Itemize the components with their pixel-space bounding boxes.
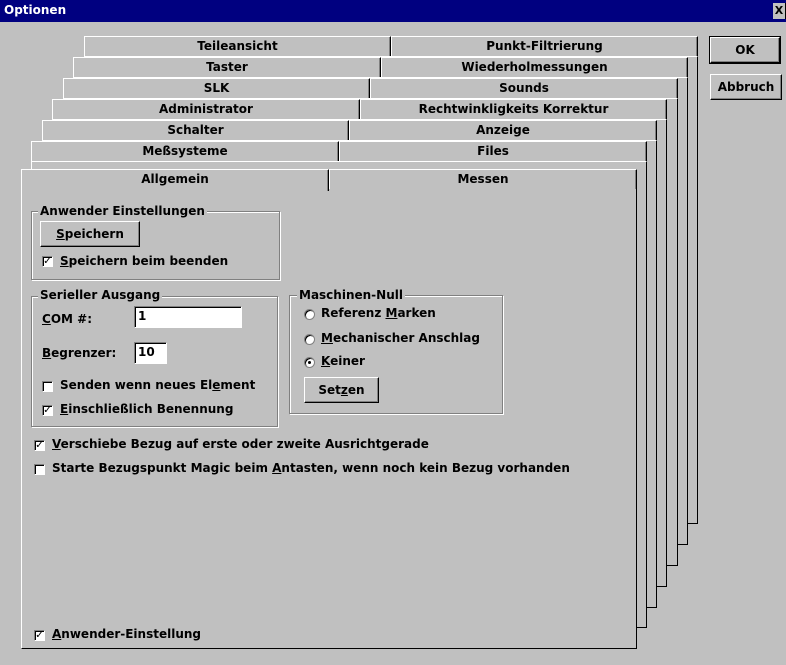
radio-referenz-label: Referenz Marken (321, 306, 436, 320)
limiter-input[interactable]: 10 (134, 342, 167, 364)
tab-teileansicht[interactable]: Teileansicht (84, 36, 391, 56)
tab-messen[interactable]: Messen (329, 169, 637, 189)
com-label: COM #: (42, 312, 92, 326)
speichern-post: peichern (64, 227, 124, 241)
tab-files[interactable]: Files (339, 141, 647, 161)
shift-reference-checkbox[interactable]: ✓ (34, 440, 45, 451)
group-title-maschinen: Maschinen-Null (297, 288, 405, 302)
tab-schalter[interactable]: Schalter (42, 120, 349, 140)
window-title: Optionen (4, 3, 67, 17)
speichern-key: S (56, 227, 65, 241)
limiter-label: Begrenzer: (42, 346, 117, 360)
start-magic-label: Starte Bezugspunkt Magic beim Antasten, … (52, 461, 570, 475)
radio-keiner[interactable] (304, 357, 315, 368)
tab-sounds[interactable]: Sounds (370, 78, 678, 98)
com-input[interactable]: 1 (134, 306, 242, 328)
tab-administrator[interactable]: Administrator (52, 99, 360, 119)
user-setting-checkbox[interactable]: ✓ (34, 630, 45, 641)
tab-taster[interactable]: Taster (73, 57, 381, 77)
radio-mechanischer-anschlag[interactable] (304, 334, 315, 345)
tab-wiederholmessungen[interactable]: Wiederholmessungen (381, 57, 688, 77)
close-icon[interactable]: X (773, 3, 786, 19)
tab-slk[interactable]: SLK (63, 78, 370, 98)
radio-referenz-marken[interactable] (304, 309, 315, 320)
send-new-element-checkbox[interactable] (42, 381, 53, 392)
speichern-button[interactable]: Speichern (40, 221, 140, 247)
radio-mechanischer-label: Mechanischer Anschlag (321, 331, 480, 345)
group-title-anwender: Anwender Einstellungen (38, 204, 207, 218)
include-name-checkbox[interactable]: ✓ (42, 405, 53, 416)
tab-allgemein[interactable]: Allgemein (21, 169, 329, 191)
radio-selected-dot (308, 361, 311, 364)
cancel-button[interactable]: Abbruch (710, 74, 782, 100)
tab-anzeige[interactable]: Anzeige (349, 120, 657, 140)
tab-messsysteme[interactable]: Meßsysteme (31, 141, 339, 161)
ok-button[interactable]: OK (709, 36, 781, 64)
shift-reference-label: Verschiebe Bezug auf erste oder zweite A… (52, 437, 429, 451)
tab-rechtwinkligkeits-korrektur[interactable]: Rechtwinkligkeits Korrektur (360, 99, 667, 119)
user-setting-label: Anwender-Einstellung (52, 627, 202, 641)
save-on-exit-checkbox[interactable]: ✓ (42, 256, 53, 267)
save-on-exit-label: Speichern beim beenden (60, 254, 229, 268)
title-bar: Optionen X (0, 0, 786, 22)
setzen-button[interactable]: Setzen (304, 377, 379, 403)
start-magic-checkbox[interactable] (34, 464, 45, 475)
radio-keiner-label: Keiner (321, 354, 365, 368)
send-new-element-label: Senden wenn neues Element (60, 378, 256, 392)
tab-punkt-filtrierung[interactable]: Punkt-Filtrierung (391, 36, 698, 56)
group-title-seriell: Serieller Ausgang (38, 288, 163, 302)
include-name-label: Einschließlich Benennung (60, 402, 234, 416)
